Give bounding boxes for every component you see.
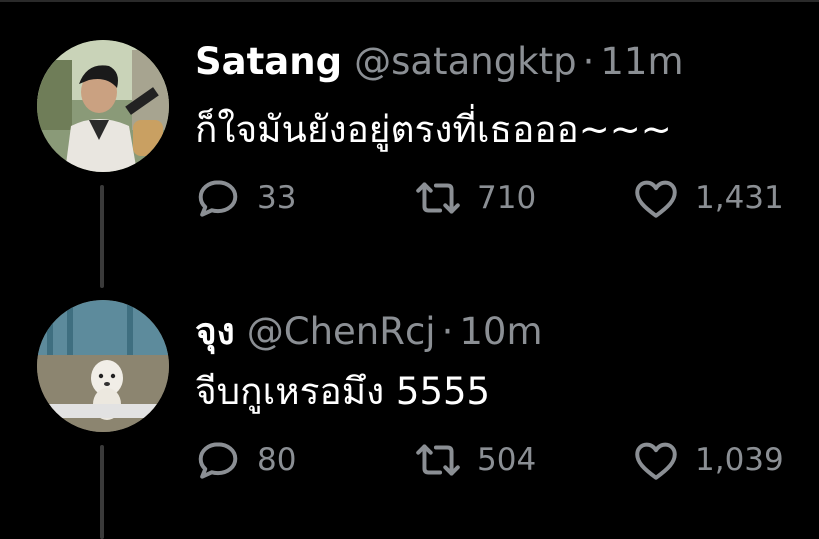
tweet-actions: 33 710 1,431 [193,173,793,223]
reply-icon [193,173,243,223]
timestamp[interactable]: 10m [459,310,542,353]
tweet-actions: 80 504 1,039 [193,435,793,485]
timestamp[interactable]: 11m [600,40,683,83]
tweet-text: ก็ใจมันยังอยู่ตรงที่เธอออ~~~ [195,108,672,151]
reply-icon [193,435,243,485]
retweet-icon [413,173,463,223]
reply-button[interactable]: 80 [193,435,296,485]
like-count: 1,431 [695,180,784,216]
like-icon [631,173,681,223]
separator-dot: · [441,310,454,353]
display-name[interactable]: จุง [195,302,235,361]
user-handle[interactable]: @satangktp [354,40,577,83]
thread-connector [100,445,104,539]
retweet-count: 710 [477,180,537,216]
separator-dot: · [582,40,595,83]
like-count: 1,039 [695,442,784,478]
reply-button[interactable]: 33 [193,173,296,223]
avatar-chenrcj[interactable] [37,300,169,432]
reply-count: 80 [257,442,297,478]
tweet-text: จีบกูเหรอมึง 5555 [195,370,491,413]
avatar-satang[interactable] [37,40,169,172]
tweet-header: จุง @ChenRcj · 10m [195,302,542,361]
thread-connector [100,185,104,288]
like-button[interactable]: 1,039 [631,435,784,485]
tweet-header: Satang @satangktp · 11m [195,40,684,83]
like-icon [631,435,681,485]
like-button[interactable]: 1,431 [631,173,784,223]
top-divider [0,0,819,2]
user-handle[interactable]: @ChenRcj [247,310,436,353]
retweet-icon [413,435,463,485]
display-name[interactable]: Satang [195,40,342,83]
retweet-button[interactable]: 504 [413,435,536,485]
retweet-count: 504 [477,442,537,478]
retweet-button[interactable]: 710 [413,173,536,223]
reply-count: 33 [257,180,297,216]
